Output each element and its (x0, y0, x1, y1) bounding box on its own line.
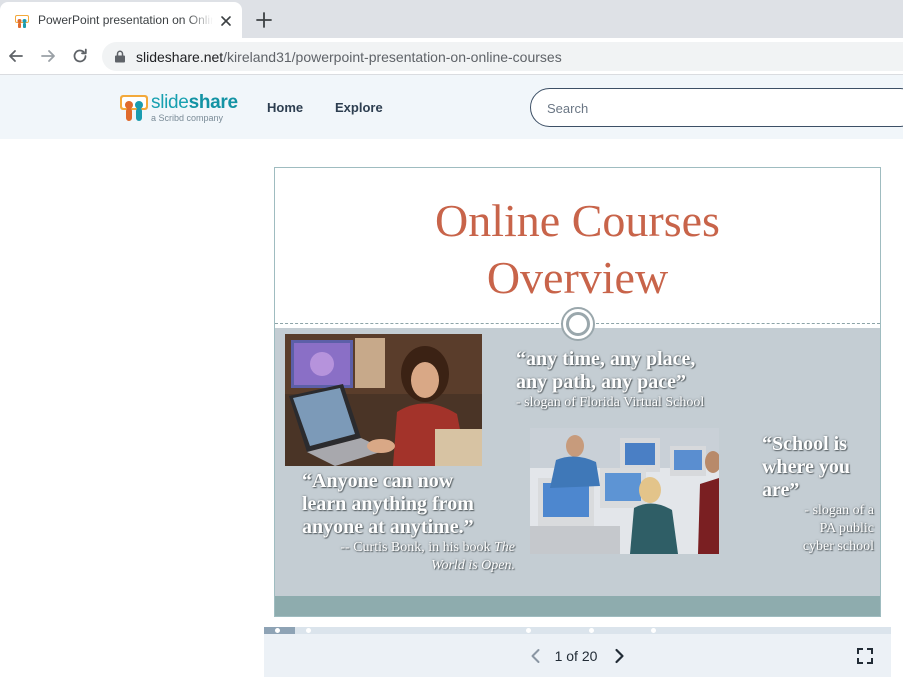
lock-icon[interactable] (114, 50, 126, 63)
nav-home-link[interactable]: Home (267, 100, 303, 115)
browser-tab-strip: PowerPoint presentation on Online Course… (0, 0, 903, 38)
browser-toolbar: slideshare.net/kireland31/powerpoint-pre… (0, 38, 903, 75)
slide-footer-band (275, 596, 880, 616)
slide-progress-bar[interactable] (264, 627, 891, 634)
quote-curtis-bonk: “Anyone can now learn anything from anyo… (302, 470, 515, 573)
slide-title-area: Online Courses Overview (275, 168, 880, 325)
browser-tab[interactable]: PowerPoint presentation on Online Course… (0, 2, 242, 38)
slide-player-controls: 1 of 20 (264, 634, 891, 677)
slide-divider-ring-ornament (561, 307, 595, 341)
close-tab-icon[interactable] (218, 13, 234, 29)
progress-marker (275, 628, 280, 633)
quote-florida-virtual-school: “any time, any place, any path, any pace… (516, 348, 705, 410)
back-arrow-icon[interactable] (6, 46, 26, 66)
progress-marker (306, 628, 311, 633)
progress-marker (651, 628, 656, 633)
logo-wordmark: slideshare (151, 92, 238, 113)
url-text[interactable]: slideshare.net/kireland31/powerpoint-pre… (136, 49, 562, 65)
search-box[interactable] (530, 88, 903, 127)
slide-content-area: “any time, any place, any path, any pace… (275, 328, 880, 596)
page-indicator: 1 of 20 (554, 648, 598, 664)
nav-explore-link[interactable]: Explore (335, 100, 383, 115)
progress-marker (589, 628, 594, 633)
slide-title: Online Courses Overview (435, 195, 720, 303)
site-header: slideshare a Scribd company Home Explore (0, 75, 903, 139)
address-bar[interactable]: slideshare.net/kireland31/powerpoint-pre… (102, 42, 903, 71)
computer-lab-photo (530, 428, 719, 554)
search-input[interactable] (547, 98, 847, 118)
next-slide-chevron-icon[interactable] (610, 647, 628, 665)
slideshare-logo-icon (120, 95, 148, 121)
slideshare-favicon-icon (15, 15, 29, 28)
slide-viewer[interactable]: Online Courses Overview “any time, any p… (274, 167, 881, 617)
forward-arrow-icon[interactable] (38, 46, 58, 66)
new-tab-plus-icon[interactable] (254, 10, 274, 30)
tab-title: PowerPoint presentation on Online Course… (38, 13, 213, 27)
quote-pa-cyber-school: “School is where you are” - slogan of a … (762, 433, 874, 554)
student-laptop-photo (285, 334, 482, 466)
reload-icon[interactable] (70, 46, 90, 66)
logo-subtitle: a Scribd company (151, 113, 224, 123)
fullscreen-icon[interactable] (856, 647, 874, 665)
slideshare-logo[interactable]: slideshare a Scribd company (119, 92, 249, 124)
progress-marker (526, 628, 531, 633)
